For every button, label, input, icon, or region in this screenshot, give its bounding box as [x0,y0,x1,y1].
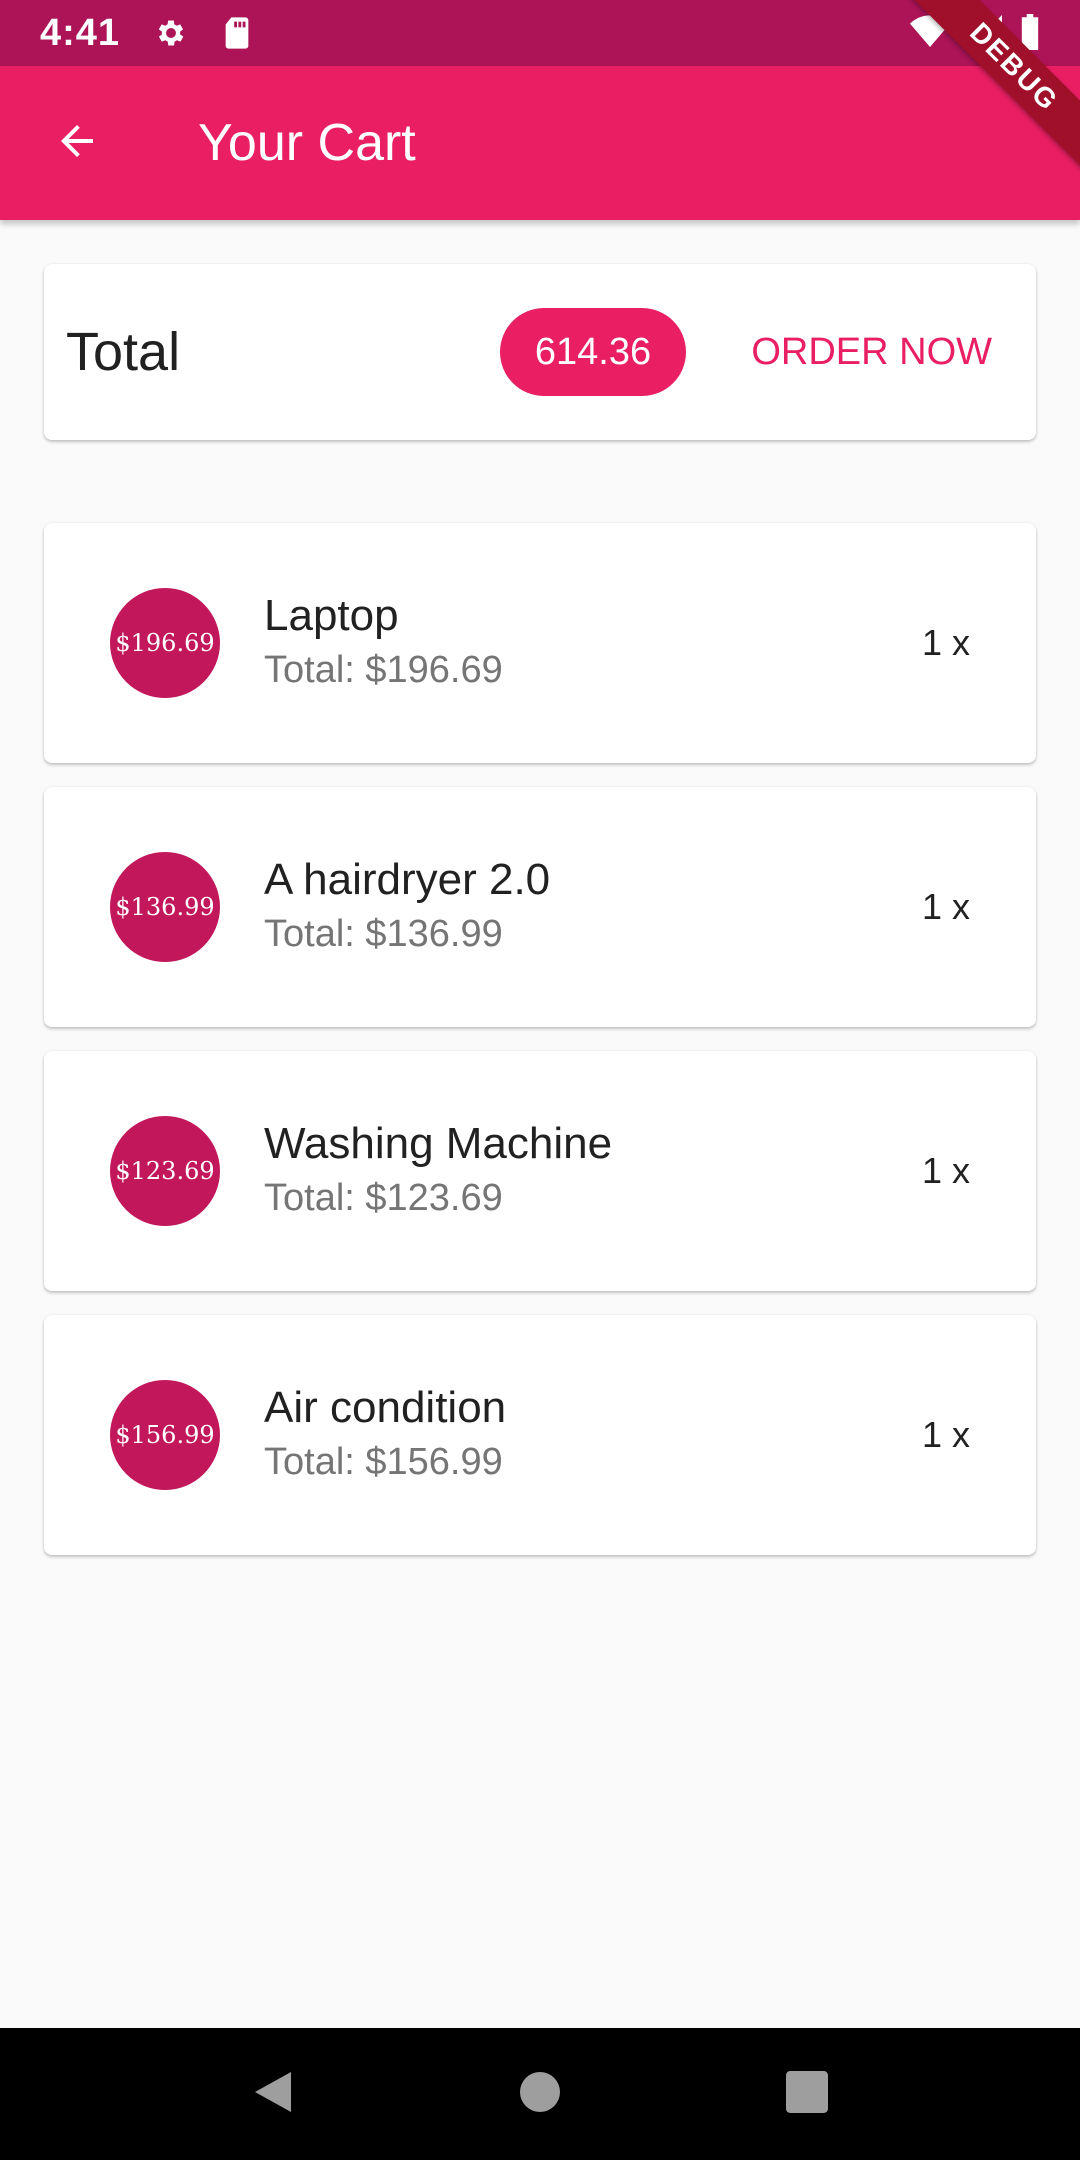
item-total: Total: $196.69 [264,649,503,691]
arrow-left-icon [53,117,101,170]
item-price-avatar: $136.99 [110,852,220,962]
item-price-avatar: $123.69 [110,1116,220,1226]
order-now-button[interactable]: ORDER NOW [751,308,992,396]
sd-card-icon [222,16,252,50]
back-triangle-icon [251,2068,295,2121]
status-time: 4:41 [40,11,121,54]
item-title: A hairdryer 2.0 [264,855,551,904]
item-quantity: 1 x [921,1414,970,1455]
item-title: Washing Machine [264,1119,613,1168]
page-title: Your Cart [198,114,416,172]
cart-screen: 4:41 Your Cart DEBUG Total 614.36 ORDER … [0,0,1080,2160]
status-bar: 4:41 [0,0,1080,66]
recents-square-icon [785,2070,828,2118]
cart-summary-card: Total 614.36 ORDER NOW [44,264,1036,440]
total-label: Total [66,322,181,382]
item-total: Total: $136.99 [264,913,503,955]
total-amount-chip: 614.36 [500,308,686,396]
item-price-avatar: $156.99 [110,1380,220,1490]
item-total: Total: $156.99 [264,1441,503,1483]
cart-item[interactable]: $136.99 A hairdryer 2.0 Total: $136.99 1… [44,787,1036,1027]
cart-item[interactable]: $123.69 Washing Machine Total: $123.69 1… [44,1051,1036,1291]
cart-item[interactable]: $156.99 Air condition Total: $156.99 1 x [44,1315,1036,1555]
item-quantity: 1 x [921,622,970,663]
app-bar: Your Cart [0,66,1080,220]
gear-icon [154,16,188,50]
nav-recents-button[interactable] [767,2054,847,2134]
item-total: Total: $123.69 [264,1177,503,1219]
item-title: Air condition [264,1383,507,1432]
item-price-avatar: $196.69 [110,588,220,698]
system-nav-bar [0,2028,1080,2160]
back-button[interactable] [0,66,154,220]
item-title: Laptop [264,591,399,640]
nav-home-button[interactable] [500,2054,580,2134]
nav-back-button[interactable] [233,2054,313,2134]
item-quantity: 1 x [921,1150,970,1191]
cart-item[interactable]: $196.69 Laptop Total: $196.69 1 x [44,523,1036,763]
item-quantity: 1 x [921,886,970,927]
home-circle-icon [519,2071,560,2117]
